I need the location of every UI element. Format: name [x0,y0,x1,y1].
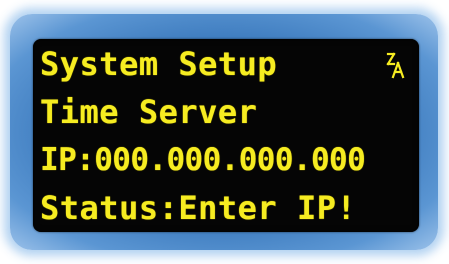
device-bezel: System Setup Time Server IP:000.000.000.… [10,14,438,250]
menu-title: System Setup [40,45,278,83]
status-message: Status:Enter IP! [40,189,357,227]
input-mode-icon [385,51,409,79]
lcd-screen: System Setup Time Server IP:000.000.000.… [33,39,419,232]
ip-address-field[interactable]: IP:000.000.000.000 [40,140,366,180]
menu-item-time-server: Time Server [40,93,258,131]
